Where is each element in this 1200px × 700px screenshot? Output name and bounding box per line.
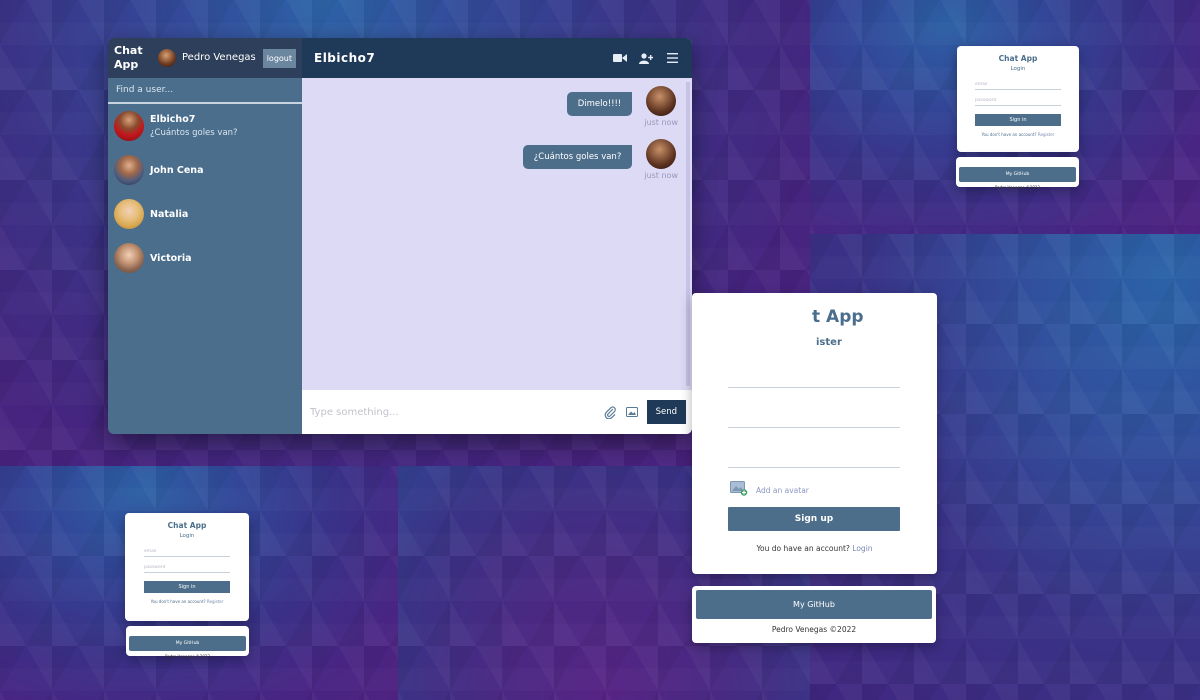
avatar xyxy=(114,243,144,273)
login-card: Chat App Login Sign in You don't have an… xyxy=(957,46,1079,152)
chat-title: Elbicho7 xyxy=(314,51,376,65)
github-card: My GitHub Pedro Venegas ©2022 xyxy=(956,157,1079,190)
add-user-icon[interactable] xyxy=(638,52,654,64)
chat-window: Chat App Pedro Venegas logout Elbicho7 ¿… xyxy=(108,38,692,434)
github-card: My GitHub Pedro Venegas ©2022 xyxy=(692,586,936,643)
logout-button[interactable]: logout xyxy=(262,48,296,68)
user-search xyxy=(108,78,302,104)
sidebar: Chat App Pedro Venegas logout Elbicho7 ¿… xyxy=(108,38,302,434)
github-button[interactable]: My GitHub xyxy=(696,590,932,619)
user-name: Natalia xyxy=(150,208,189,220)
image-upload-icon[interactable] xyxy=(625,405,639,419)
register-title: t App xyxy=(812,307,864,327)
note-text: You don't have an account? xyxy=(981,132,1037,137)
message-info: just now xyxy=(644,139,678,180)
add-avatar-label: Add an avatar xyxy=(756,486,809,495)
sign-in-button[interactable]: Sign in xyxy=(144,581,230,593)
user-chat-item[interactable]: Natalia xyxy=(108,192,302,236)
message-input[interactable] xyxy=(310,406,603,418)
credit-text: Pedro Venegas ©2022 xyxy=(165,654,210,659)
user-chat-item[interactable]: John Cena xyxy=(108,148,302,192)
user-chat-item[interactable]: Elbicho7 ¿Cuántos goles van? xyxy=(108,104,302,148)
login-title: Chat App xyxy=(998,54,1038,63)
password-field[interactable] xyxy=(975,96,1061,106)
message-input-bar: Send xyxy=(302,390,692,434)
github-button[interactable]: My GitHub xyxy=(959,167,1076,182)
note-text: You do have an account? xyxy=(756,544,850,553)
display-name-field[interactable] xyxy=(728,387,900,388)
register-subtitle: ister xyxy=(816,337,842,348)
message-list[interactable]: Dimelo!!!! just now ¿Cuántos goles van? … xyxy=(302,78,692,390)
avatar xyxy=(114,155,144,185)
login-link[interactable]: Login xyxy=(852,544,872,553)
register-note: You don't have an account? Register xyxy=(957,132,1079,137)
message-time: just now xyxy=(644,118,678,127)
github-button[interactable]: My GitHub xyxy=(129,636,246,651)
chat-header: Elbicho7 xyxy=(302,38,692,78)
app-logo: Chat App xyxy=(114,44,143,71)
user-name: Elbicho7 xyxy=(150,114,196,125)
register-link[interactable]: Register xyxy=(207,599,223,604)
message-bubble: ¿Cuántos goles van? xyxy=(522,145,633,169)
message: ¿Cuántos goles van? just now xyxy=(312,139,678,180)
sign-up-button[interactable]: Sign up xyxy=(728,507,900,531)
avatar xyxy=(646,86,677,116)
github-card: My GitHub Pedro Venegas ©2022 xyxy=(126,626,249,659)
avatar xyxy=(646,139,677,169)
current-user-name: Pedro Venegas xyxy=(182,52,256,63)
avatar xyxy=(114,199,144,229)
login-card: Chat App Login Sign in You don't have an… xyxy=(125,513,249,621)
email-field[interactable] xyxy=(144,547,230,557)
sign-in-button[interactable]: Sign in xyxy=(975,114,1061,126)
attach-file-icon[interactable] xyxy=(603,405,617,419)
login-note: You do have an account? Login xyxy=(692,544,937,553)
sidebar-navbar: Chat App Pedro Venegas logout xyxy=(108,38,302,78)
password-field[interactable] xyxy=(728,467,900,468)
scrollbar[interactable] xyxy=(686,82,690,386)
user-name: Victoria xyxy=(150,252,192,264)
user-chat-item[interactable]: Victoria xyxy=(108,236,302,280)
email-field[interactable] xyxy=(975,80,1061,90)
register-note: You don't have an account? Register xyxy=(125,599,249,604)
credit-text: Pedro Venegas ©2022 xyxy=(771,625,857,634)
video-icon[interactable] xyxy=(612,52,628,64)
register-link[interactable]: Register xyxy=(1038,132,1054,137)
email-field[interactable] xyxy=(728,427,900,428)
register-card: t App ister Add an avatar Sign up You do… xyxy=(692,293,937,574)
message-info: just now xyxy=(644,86,678,127)
send-button[interactable]: Send xyxy=(646,400,686,424)
note-text: You don't have an account? xyxy=(150,599,206,604)
login-subtitle: Login xyxy=(1010,66,1026,72)
message-time: just now xyxy=(644,171,678,180)
add-avatar[interactable]: Add an avatar xyxy=(730,481,809,500)
chat-panel: Elbicho7 Dimelo!!!! just now ¿Cuántos go… xyxy=(302,38,692,434)
login-subtitle: Login xyxy=(179,533,195,539)
message: Dimelo!!!! just now xyxy=(312,86,678,127)
avatar xyxy=(114,111,144,141)
password-field[interactable] xyxy=(144,563,230,573)
user-name: John Cena xyxy=(150,164,204,176)
last-message: ¿Cuántos goles van? xyxy=(150,128,238,138)
search-input[interactable] xyxy=(116,85,294,95)
message-bubble: Dimelo!!!! xyxy=(566,92,633,116)
current-user: Pedro Venegas xyxy=(158,49,263,67)
credit-text: Pedro Venegas ©2022 xyxy=(995,185,1040,190)
menu-icon[interactable] xyxy=(664,52,680,64)
current-user-avatar xyxy=(158,49,176,67)
login-title: Chat App xyxy=(167,521,207,530)
add-image-icon xyxy=(730,481,748,500)
